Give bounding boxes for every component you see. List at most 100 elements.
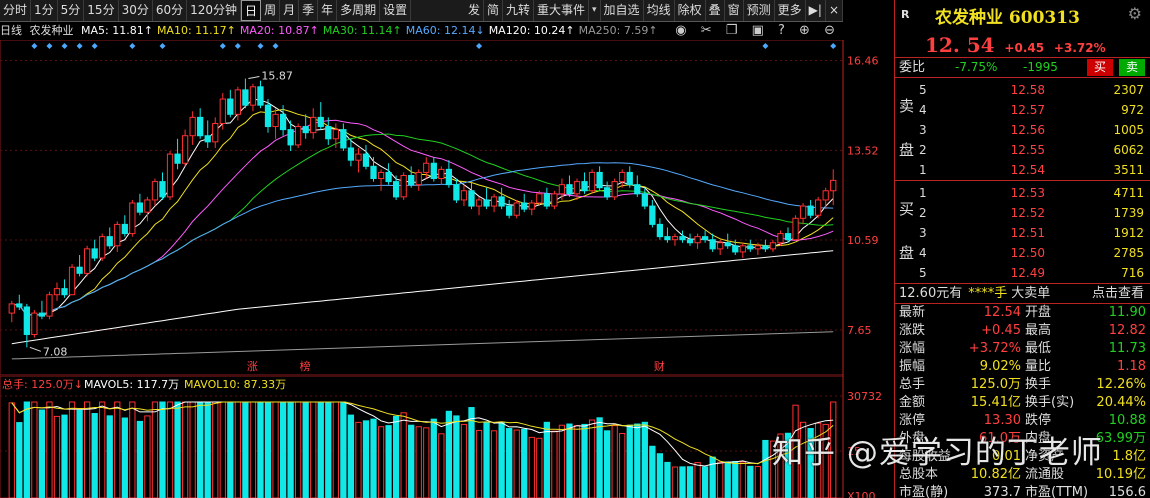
volume-bar-down — [453, 415, 460, 498]
toolbar-button[interactable]: 均线 — [644, 0, 675, 21]
gear-icon[interactable]: ⚙ — [1128, 4, 1142, 23]
volume-bar-up — [694, 462, 701, 498]
toolbar-button[interactable]: 预测 — [744, 0, 775, 21]
buy-button[interactable]: 买 — [1087, 59, 1113, 76]
stat-value: 156.6 — [1108, 485, 1146, 498]
period-tab[interactable]: 15分 — [84, 0, 119, 21]
candle-up — [99, 236, 106, 259]
volume-bar-up — [129, 401, 136, 498]
period-tab[interactable]: 1分 — [31, 0, 58, 21]
stat-label: 最高 — [1025, 323, 1052, 338]
volume-bar-down — [347, 414, 355, 498]
chevron-down-icon[interactable]: ▾ — [589, 0, 601, 21]
toolbar-button[interactable]: 重大事件 — [534, 0, 590, 21]
period-tab[interactable]: 多周期 — [337, 0, 381, 21]
period-tab[interactable]: 设置 — [380, 0, 412, 21]
candlestick-chart[interactable]: 16.46 13.52 10.59 7.65 15.87 7.08 涨 榜 财 — [0, 40, 894, 376]
eye-icon[interactable]: ◉ — [675, 23, 686, 38]
candle-down — [498, 196, 505, 207]
volume-bar-up — [219, 401, 226, 498]
bid-row[interactable]: 1 12.53 4711 — [915, 183, 1150, 203]
candle-down — [121, 223, 128, 235]
period-tab[interactable]: 周 — [261, 0, 281, 21]
bid-row[interactable]: 5 12.49 716 — [915, 263, 1150, 283]
volume-bar-up — [739, 461, 746, 498]
volume-bar-down — [385, 425, 392, 498]
big-order-volume: ****手 — [968, 286, 1008, 301]
view-details-link[interactable]: 点击查看 — [1092, 284, 1144, 304]
high-price-label: 15.87 — [261, 70, 293, 83]
toolbar-button[interactable]: 窗 — [725, 0, 744, 21]
stat-value: +0.45 — [981, 323, 1021, 338]
stat-value: 1.18 — [1117, 359, 1146, 374]
stats-row: 市盈(静) 373.7 市盈(TTM) 156.6 — [895, 484, 1150, 498]
volume-bar-down — [604, 430, 611, 498]
period-tab[interactable]: 120分钟 — [187, 0, 242, 21]
volume-bar-up — [181, 401, 189, 498]
candle-up — [377, 171, 385, 180]
candle-down — [91, 248, 98, 259]
stats-row: 最新 12.54 开盘 11.90 — [895, 304, 1150, 322]
sell-button[interactable]: 卖 — [1119, 59, 1145, 76]
candle-up — [799, 205, 807, 219]
candle-up — [272, 113, 279, 128]
ask-row[interactable]: 3 12.56 1005 — [915, 120, 1150, 140]
price-tick-label: 10.59 — [847, 234, 879, 247]
volume-bar-up — [68, 401, 76, 498]
big-order-bar[interactable]: 12.60元有 ****手 大卖单 点击查看 — [895, 284, 1150, 304]
candle-up — [31, 312, 38, 335]
candle-up — [475, 199, 483, 207]
volume-bar-up — [332, 401, 339, 498]
ask-row[interactable]: 1 12.54 3511 — [915, 160, 1150, 180]
bid-row[interactable]: 2 12.52 1739 — [915, 203, 1150, 223]
ask-volume: 6062 — [1113, 143, 1144, 157]
expand-panel-icon[interactable]: ▶| — [806, 0, 826, 21]
bid-row[interactable]: 3 12.51 1912 — [915, 223, 1150, 243]
ma-legend-item: MA20: 10.87↑ — [239, 24, 319, 37]
candle-up — [166, 153, 174, 198]
candle-down — [204, 135, 211, 143]
candle-up — [423, 162, 430, 173]
candle-up — [792, 217, 799, 241]
toolbar-button[interactable]: 发 — [465, 0, 484, 21]
period-tab[interactable]: 月 — [280, 0, 300, 21]
volume-bar-up — [423, 427, 430, 498]
window-icon[interactable]: ▣ — [752, 23, 764, 38]
toolbar-button[interactable]: 除权 — [675, 0, 706, 21]
scissors-icon[interactable]: ✂ — [701, 23, 712, 38]
ask-row[interactable]: 4 12.57 972 — [915, 100, 1150, 120]
period-tab[interactable]: 60分 — [153, 0, 188, 21]
period-tab[interactable]: 分时 — [0, 0, 32, 21]
toolbar-button[interactable]: 叠 — [706, 0, 725, 21]
minus-icon[interactable]: ⊖ — [824, 23, 835, 38]
volume-bar-down — [649, 445, 656, 498]
period-tab[interactable]: 季 — [299, 0, 319, 21]
copy-icon[interactable]: ❐ — [726, 23, 738, 38]
volume-bar-up — [114, 401, 121, 498]
ask-volume: 972 — [1121, 103, 1144, 117]
period-tab[interactable]: 5分 — [58, 0, 85, 21]
close-icon[interactable]: × — [826, 0, 843, 21]
period-tab[interactable]: 年 — [318, 0, 338, 21]
candle-up — [332, 129, 339, 140]
toolbar-button[interactable]: 更多 — [775, 0, 806, 21]
toolbar-button[interactable]: 九转 — [503, 0, 534, 21]
plus-icon[interactable]: ⊕ — [799, 23, 810, 38]
period-tab[interactable]: 日 — [241, 0, 262, 21]
toolbar-button[interactable]: 简 — [484, 0, 503, 21]
bid-row[interactable]: 4 12.50 2785 — [915, 243, 1150, 263]
ask-price: 12.56 — [1010, 123, 1045, 137]
volume-chart[interactable]: 总手: 125.0万↓ MAVOL5: 117.7万 MAVOL10: 87.33万… — [0, 376, 894, 498]
candle-up — [129, 202, 136, 235]
volume-bar-down — [317, 401, 324, 498]
candle-down — [543, 193, 550, 207]
period-toolbar: 分时 1分 5分 15分 30分 60分 120分钟日周月季年多周期 设置 发简九转 重大事件 ▾ 加… — [0, 0, 843, 22]
ask-row[interactable]: 5 12.58 2307 — [915, 80, 1150, 100]
question-icon[interactable]: ? — [778, 23, 785, 38]
candle-down — [317, 116, 324, 128]
toolbar-button[interactable]: 加自选 — [601, 0, 644, 21]
period-tab[interactable]: 30分 — [119, 0, 153, 21]
ask-row[interactable]: 2 12.55 6062 — [915, 140, 1150, 160]
volume-bar-down — [76, 409, 83, 498]
candle-down — [242, 89, 249, 106]
